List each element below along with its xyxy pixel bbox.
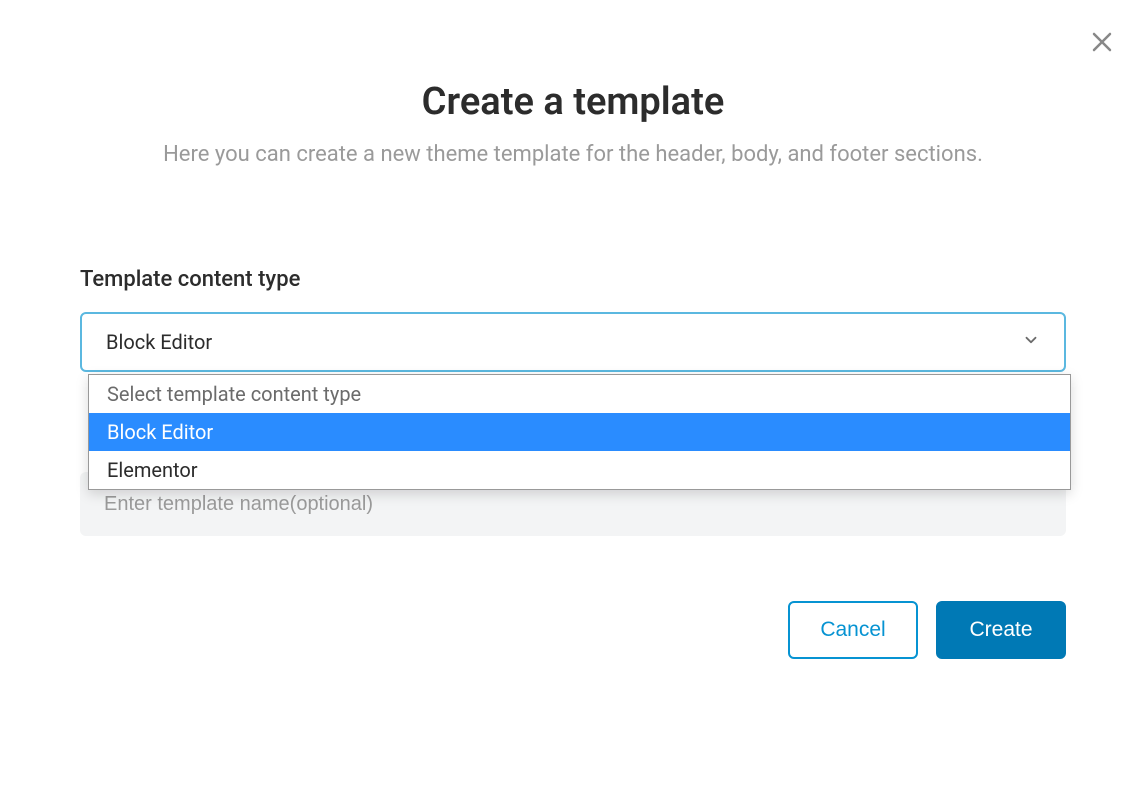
chevron-down-icon bbox=[1022, 330, 1040, 354]
modal-title: Create a template bbox=[80, 80, 1066, 124]
content-type-dropdown: Select template content type Block Edito… bbox=[88, 374, 1071, 490]
content-type-label: Template content type bbox=[80, 267, 1066, 292]
create-template-modal: Create a template Here you can create a … bbox=[0, 0, 1146, 699]
button-row: Cancel Create bbox=[80, 601, 1066, 659]
content-type-select[interactable]: Block Editor bbox=[80, 312, 1066, 372]
modal-subtitle: Here you can create a new theme template… bbox=[80, 142, 1066, 167]
content-type-selected-value: Block Editor bbox=[106, 330, 212, 354]
create-button[interactable]: Create bbox=[936, 601, 1066, 659]
content-type-select-wrapper: Block Editor Select template content typ… bbox=[80, 312, 1066, 372]
cancel-button[interactable]: Cancel bbox=[788, 601, 918, 659]
dropdown-option-block-editor[interactable]: Block Editor bbox=[89, 413, 1070, 451]
close-icon bbox=[1090, 30, 1114, 58]
dropdown-option-elementor[interactable]: Elementor bbox=[89, 451, 1070, 489]
dropdown-option-placeholder[interactable]: Select template content type bbox=[89, 375, 1070, 413]
close-button[interactable] bbox=[1088, 30, 1116, 58]
